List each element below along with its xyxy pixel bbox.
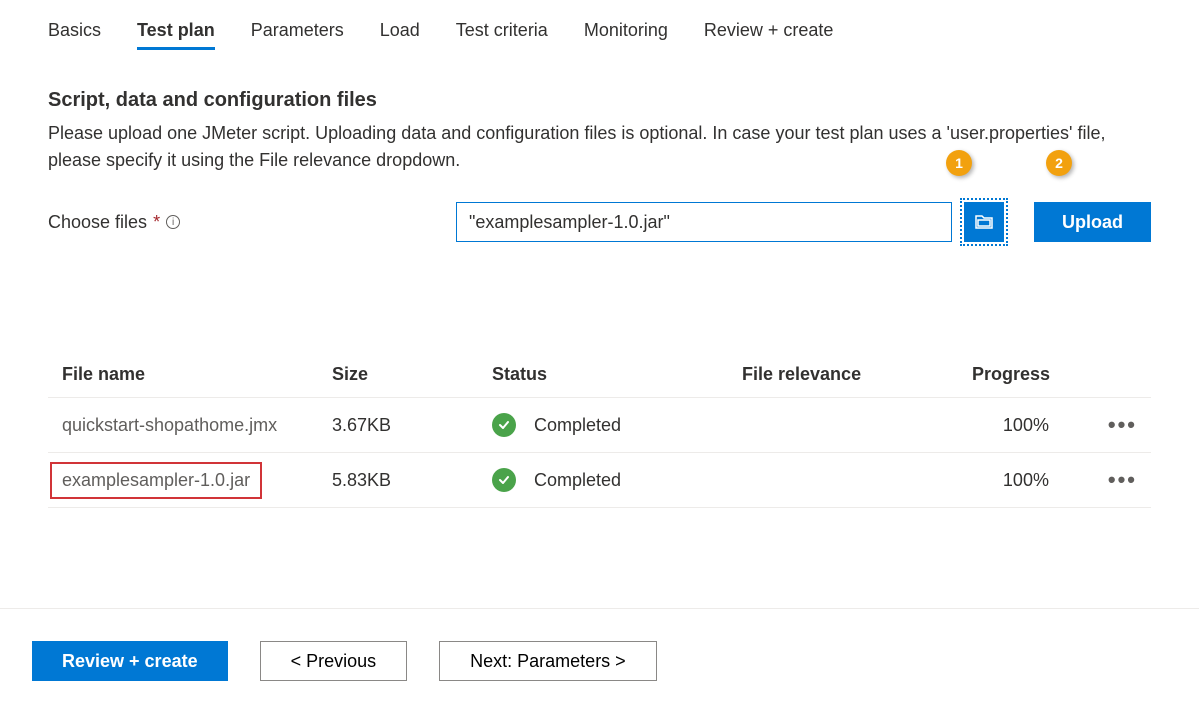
choose-files-label-text: Choose files <box>48 212 147 233</box>
col-header-size[interactable]: Size <box>318 352 478 398</box>
col-header-status[interactable]: Status <box>478 352 728 398</box>
next-button[interactable]: Next: Parameters > <box>439 641 657 681</box>
upload-button[interactable]: Upload <box>1034 202 1151 242</box>
check-icon <box>492 468 516 492</box>
more-actions-button[interactable]: ••• <box>1108 412 1137 437</box>
required-asterisk: * <box>153 212 160 233</box>
col-header-name[interactable]: File name <box>48 352 318 398</box>
status-text: Completed <box>534 415 621 436</box>
file-progress-cell: 100% <box>958 453 1094 508</box>
choose-files-label: Choose files * i <box>48 212 456 233</box>
info-icon[interactable]: i <box>166 215 180 229</box>
file-name-cell: examplesampler-1.0.jar <box>50 462 262 499</box>
tab-monitoring[interactable]: Monitoring <box>584 20 668 49</box>
table-row: examplesampler-1.0.jar 5.83KB Completed … <box>48 453 1151 508</box>
file-progress-cell: 100% <box>958 398 1094 453</box>
tab-load[interactable]: Load <box>380 20 420 49</box>
footer-buttons: Review + create < Previous Next: Paramet… <box>0 609 1199 693</box>
tab-parameters[interactable]: Parameters <box>251 20 344 49</box>
folder-icon <box>974 214 994 230</box>
callout-badge-2: 2 <box>1046 150 1072 176</box>
file-size-cell: 3.67KB <box>318 398 478 453</box>
col-header-relevance[interactable]: File relevance <box>728 352 958 398</box>
section-description: Please upload one JMeter script. Uploadi… <box>48 120 1151 174</box>
review-create-button[interactable]: Review + create <box>32 641 228 681</box>
col-header-progress[interactable]: Progress <box>958 352 1094 398</box>
choose-files-row: Choose files * i 1 Upload 2 <box>48 202 1151 242</box>
files-table: File name Size Status File relevance Pro… <box>48 352 1151 508</box>
check-icon <box>492 413 516 437</box>
browse-folder-button[interactable] <box>964 202 1004 242</box>
file-relevance-cell <box>728 398 958 453</box>
file-path-input[interactable] <box>456 202 952 242</box>
file-relevance-cell <box>728 453 958 508</box>
col-header-actions <box>1094 352 1151 398</box>
callout-badge-1: 1 <box>946 150 972 176</box>
tab-test-criteria[interactable]: Test criteria <box>456 20 548 49</box>
file-name-cell: quickstart-shopathome.jmx <box>62 415 277 435</box>
status-text: Completed <box>534 470 621 491</box>
table-row: quickstart-shopathome.jmx 3.67KB Complet… <box>48 398 1151 453</box>
more-actions-button[interactable]: ••• <box>1108 467 1137 492</box>
tab-review-create[interactable]: Review + create <box>704 20 834 49</box>
file-status-cell: Completed <box>492 468 714 492</box>
previous-button[interactable]: < Previous <box>260 641 408 681</box>
tab-bar: Basics Test plan Parameters Load Test cr… <box>48 20 1151 49</box>
file-size-cell: 5.83KB <box>318 453 478 508</box>
tab-basics[interactable]: Basics <box>48 20 101 49</box>
tab-test-plan[interactable]: Test plan <box>137 20 215 49</box>
section-title: Script, data and configuration files <box>48 89 1151 112</box>
file-status-cell: Completed <box>492 413 714 437</box>
